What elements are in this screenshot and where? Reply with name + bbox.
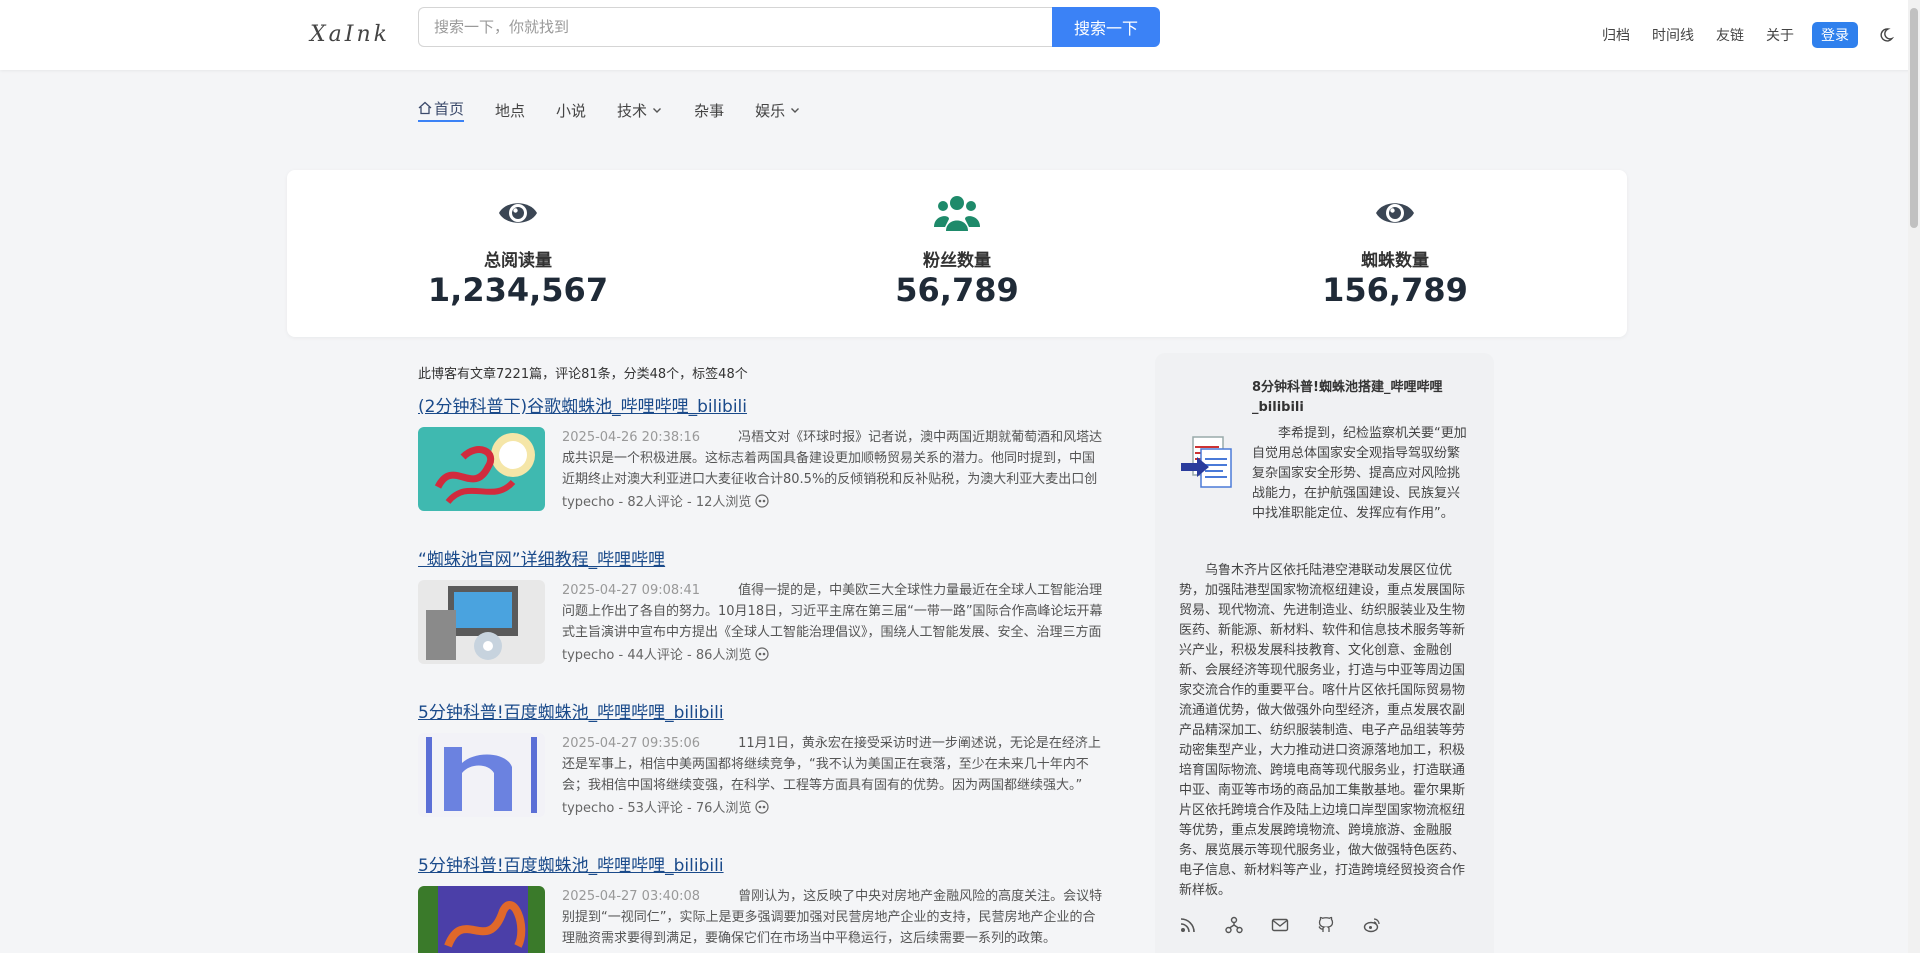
- nav-about[interactable]: 关于: [1766, 25, 1794, 45]
- search-bar: 搜索一下: [418, 7, 1160, 47]
- post-date: 2025-04-26 20:38:16: [562, 430, 701, 445]
- top-nav: 归档 时间线 友链 关于 登录: [1580, 22, 1895, 48]
- post-item: 5分钟科普!百度蜘蛛池_哔哩哔哩_bilibili 2025-04-27 03:…: [418, 851, 1106, 953]
- tab-tech-label: 技术: [617, 101, 648, 120]
- post-date: 2025-04-27 03:40:08: [562, 889, 701, 904]
- chevron-down-icon: [653, 108, 662, 113]
- tab-entertainment-label: 娱乐: [755, 101, 786, 120]
- post-title[interactable]: 5分钟科普!百度蜘蛛池_哔哩哔哩_bilibili: [418, 851, 1106, 876]
- social-links: [1179, 916, 1381, 934]
- post-thumbnail[interactable]: [418, 733, 545, 817]
- post-title[interactable]: 5分钟科普!百度蜘蛛池_哔哩哔哩_bilibili: [418, 698, 1106, 723]
- post-item: 5分钟科普!百度蜘蛛池_哔哩哔哩_bilibili 2025-04-27 09:…: [418, 698, 1106, 817]
- stat-label: 蜘蛛数量: [1361, 251, 1429, 271]
- stat-total-reads: 总阅读量 1,234,567: [398, 192, 638, 309]
- scrollbar-thumb[interactable]: [1910, 8, 1918, 228]
- post-meta: typecho - 82人评论 - 12人浏览: [562, 491, 1106, 510]
- post-title[interactable]: “蜘蛛池官网”详细教程_哔哩哔哩: [418, 545, 1106, 570]
- site-logo[interactable]: XaInk: [310, 22, 390, 47]
- eye-icon: [398, 192, 638, 234]
- tab-novels[interactable]: 小说: [556, 98, 586, 122]
- post-thumbnail[interactable]: [418, 427, 545, 511]
- post-meta-text: typecho - 82人评论 - 12人浏览: [562, 495, 752, 510]
- chevron-down-icon: [791, 108, 800, 113]
- stat-label: 粉丝数量: [923, 251, 991, 271]
- github-icon[interactable]: [1317, 916, 1335, 934]
- scrollbar[interactable]: [1908, 0, 1920, 953]
- category-nav: 首页 地点 小说 技术 杂事 娱乐: [418, 98, 832, 122]
- post-meta: typecho - 44人评论 - 86人浏览: [562, 644, 1106, 663]
- nav-archive[interactable]: 归档: [1602, 25, 1630, 45]
- stat-value: 156,789: [1322, 271, 1468, 309]
- stat-value: 56,789: [895, 271, 1019, 309]
- post-meta-text: typecho - 53人评论 - 76人浏览: [562, 801, 752, 816]
- stats-card: 总阅读量 1,234,567 粉丝数量 56,789 蜘蛛数量 156,789: [287, 170, 1627, 337]
- post-thumbnail[interactable]: [418, 886, 545, 953]
- login-button[interactable]: 登录: [1812, 22, 1858, 48]
- top-header: XaInk 搜索一下 归档 时间线 友链 关于 登录: [0, 0, 1920, 70]
- tab-tech[interactable]: 技术: [617, 98, 663, 122]
- post-date: 2025-04-27 09:08:41: [562, 583, 701, 598]
- post-thumbnail[interactable]: [418, 580, 545, 664]
- home-icon: [418, 101, 432, 115]
- post-excerpt: 2025-04-26 20:38:16 冯梧文对《环球时报》记者说，澳中两国近期就…: [562, 427, 1106, 490]
- sidebar-paragraph: 乌鲁木齐片区依托陆港空港联动发展区位优势，加强陆港型国家物流枢纽建设，重点发展国…: [1179, 563, 1466, 898]
- sidebar-title[interactable]: 8分钟科普!蜘蛛池搭建_哔哩哔哩_bilibili: [1252, 378, 1462, 418]
- tab-misc[interactable]: 杂事: [694, 98, 724, 122]
- post-title[interactable]: (2分钟科普下)谷歌蜘蛛池_哔哩哔哩_bilibili: [418, 392, 1106, 417]
- moon-icon[interactable]: [1878, 27, 1895, 43]
- post-excerpt: 2025-04-27 09:08:41 值得一提的是，中美欧三大全球性力量最近在全…: [562, 580, 1106, 643]
- post-item: (2分钟科普下)谷歌蜘蛛池_哔哩哔哩_bilibili 2025-04-26 2…: [418, 392, 1106, 511]
- stat-spiders: 蜘蛛数量 156,789: [1275, 192, 1515, 309]
- stat-label: 总阅读量: [484, 251, 552, 271]
- rss-icon[interactable]: [1179, 916, 1197, 934]
- post-item: “蜘蛛池官网”详细教程_哔哩哔哩 2025-04-27 09:08:41 值得一提…: [418, 545, 1106, 664]
- mail-icon[interactable]: [1271, 916, 1289, 934]
- post-date: 2025-04-27 09:35:06: [562, 736, 701, 751]
- document-icon: [1179, 433, 1235, 489]
- sidebar-card: 8分钟科普!蜘蛛池搭建_哔哩哔哩_bilibili 李希提到，纪检监察机关要“更…: [1155, 353, 1494, 953]
- search-button[interactable]: 搜索一下: [1052, 7, 1160, 47]
- eye-icon: [755, 646, 769, 661]
- weibo-icon[interactable]: [1363, 916, 1381, 934]
- sitemap-icon[interactable]: [1225, 916, 1243, 934]
- nav-friends[interactable]: 友链: [1716, 25, 1744, 45]
- post-excerpt: 2025-04-27 09:35:06 11月1日，黄永宏在接受采访时进一步阐述说…: [562, 733, 1106, 796]
- stat-value: 1,234,567: [427, 271, 609, 309]
- tab-misc-label: 杂事: [694, 101, 725, 120]
- nav-timeline[interactable]: 时间线: [1652, 25, 1694, 45]
- tab-places-label: 地点: [495, 101, 526, 120]
- blog-summary: 此博客有文章7221篇，评论81条，分类48个，标签48个: [418, 367, 748, 382]
- tab-home-label: 首页: [434, 99, 465, 118]
- sidebar-excerpt: 李希提到，纪检监察机关要“更加自觉用总体国家安全观指导驾驭纷繁复杂国家安全形势、…: [1252, 426, 1467, 521]
- tab-entertainment[interactable]: 娱乐: [755, 98, 801, 122]
- users-icon: [837, 192, 1077, 234]
- eye-icon: [1275, 192, 1515, 234]
- tab-places[interactable]: 地点: [495, 98, 525, 122]
- stat-followers: 粉丝数量 56,789: [837, 192, 1077, 309]
- tab-novels-label: 小说: [556, 101, 587, 120]
- eye-icon: [755, 493, 769, 508]
- search-input[interactable]: [418, 7, 1052, 47]
- post-meta: typecho - 53人评论 - 76人浏览: [562, 797, 1106, 816]
- eye-icon: [755, 799, 769, 814]
- post-meta-text: typecho - 44人评论 - 86人浏览: [562, 648, 752, 663]
- post-excerpt: 2025-04-27 03:40:08 曾刚认为，这反映了中央对房地产金融风险的高…: [562, 886, 1106, 949]
- tab-home[interactable]: 首页: [418, 98, 465, 122]
